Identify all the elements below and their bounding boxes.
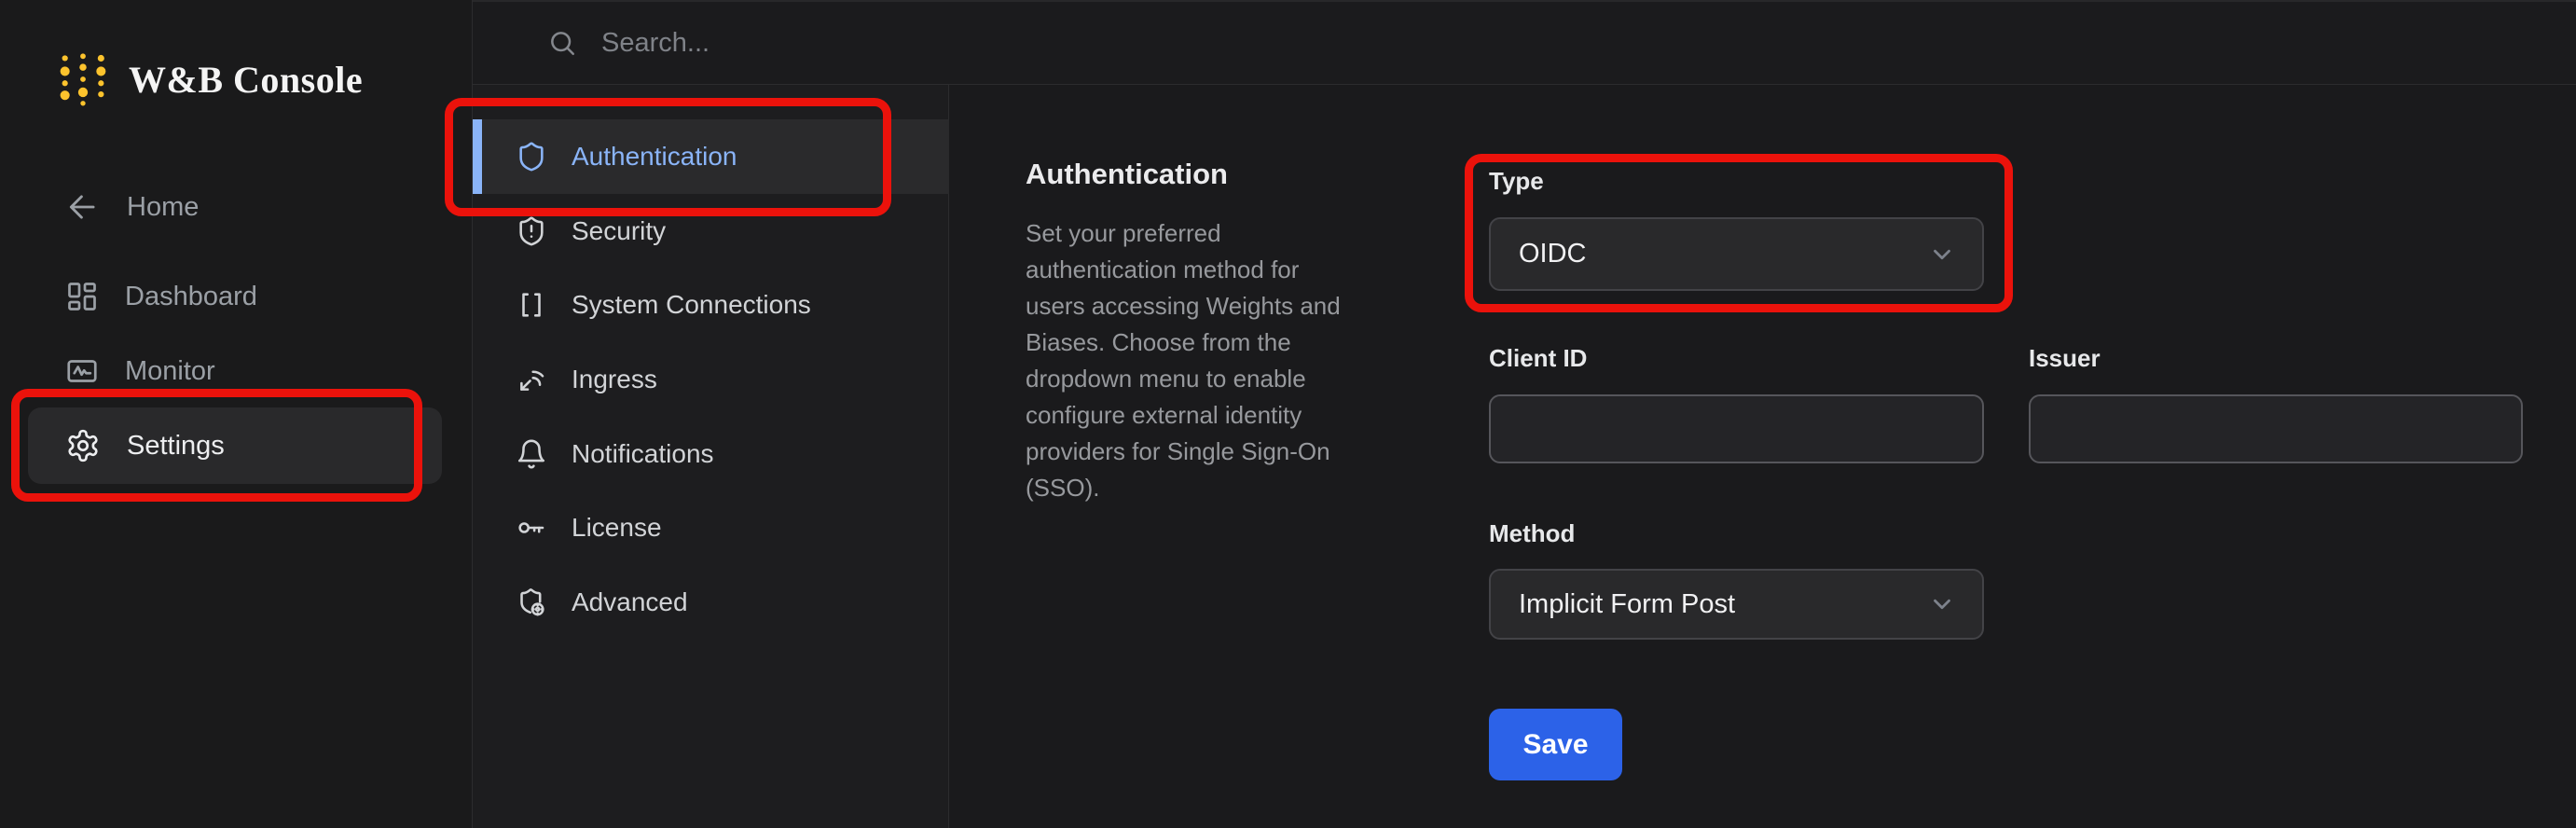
issuer-label: Issuer [2029, 344, 2101, 372]
sidebar-item-monitor[interactable]: Monitor [65, 345, 215, 397]
settings-nav-item-authentication[interactable]: Authentication [473, 119, 949, 194]
method-select-value: Implicit Form Post [1519, 588, 1736, 619]
settings-nav-item-notifications[interactable]: Notifications [473, 417, 949, 491]
save-button[interactable]: Save [1489, 709, 1622, 780]
search-bar[interactable] [547, 27, 1440, 59]
settings-nav-item-advanced[interactable]: Advanced [473, 565, 949, 640]
method-label: Method [1489, 519, 1576, 547]
type-select[interactable]: OIDC [1489, 217, 1984, 291]
sidebar-item-label: Monitor [125, 355, 215, 386]
settings-nav-label: Ingress [572, 365, 657, 393]
shield-alert-icon [519, 216, 544, 246]
arrow-left-icon [69, 195, 95, 219]
shield-icon [519, 142, 544, 172]
settings-nav-label: System Connections [572, 290, 811, 319]
settings-nav-label: Authentication [572, 142, 737, 171]
client-id-input[interactable] [1489, 394, 1984, 463]
app-logo: W&B Console [58, 52, 363, 106]
main-content: Authentication Set your preferred authen… [949, 85, 2576, 828]
key-icon [518, 522, 544, 533]
bell-icon [517, 439, 545, 469]
sidebar-item-label: Settings [127, 430, 225, 461]
sidebar-item-settings[interactable]: Settings [28, 407, 442, 484]
sidebar-item-label: Dashboard [125, 281, 257, 311]
type-select-value: OIDC [1519, 239, 1587, 269]
chevron-down-icon [1928, 241, 1956, 269]
page-title: Authentication [1026, 158, 1228, 190]
client-id-label: Client ID [1489, 344, 1588, 372]
settings-nav-label: Security [572, 216, 667, 245]
type-label: Type [1489, 167, 1544, 195]
settings-nav-label: License [572, 513, 662, 542]
gear-icon [68, 429, 98, 462]
sidebar-item-home[interactable]: Home [65, 181, 199, 233]
topbar [473, 0, 2576, 85]
app-title: W&B Console [129, 58, 364, 101]
chevron-down-icon [1928, 590, 1956, 618]
settings-nav-label: Notifications [572, 439, 714, 468]
search-icon [551, 32, 574, 55]
issuer-input[interactable] [2029, 394, 2523, 463]
monitor-activity-icon [67, 360, 97, 382]
sidebar-item-label: Home [127, 191, 200, 222]
wandb-dots-logo-icon [60, 53, 106, 106]
method-select[interactable]: Implicit Form Post [1489, 569, 1984, 640]
sidebar-item-dashboard[interactable]: Dashboard [65, 270, 257, 323]
dashboard-grid-icon [68, 283, 96, 310]
brackets-icon [522, 293, 541, 317]
settings-nav-label: Advanced [572, 587, 688, 616]
settings-sidebar: Authentication Security System Connectio… [473, 85, 949, 828]
settings-nav-item-ingress[interactable]: Ingress [473, 342, 949, 417]
settings-nav-item-security[interactable]: Security [473, 194, 949, 269]
settings-nav-item-system-connections[interactable]: System Connections [473, 268, 949, 342]
page-description: Set your preferred authentication method… [1026, 219, 1341, 502]
settings-nav-item-license[interactable]: License [473, 490, 949, 565]
ingress-signal-icon [520, 370, 544, 391]
primary-sidebar: W&B Console Home Dashboard Monitor Setti… [0, 0, 473, 828]
shield-cog-icon [520, 588, 544, 616]
search-input[interactable] [601, 27, 1440, 59]
